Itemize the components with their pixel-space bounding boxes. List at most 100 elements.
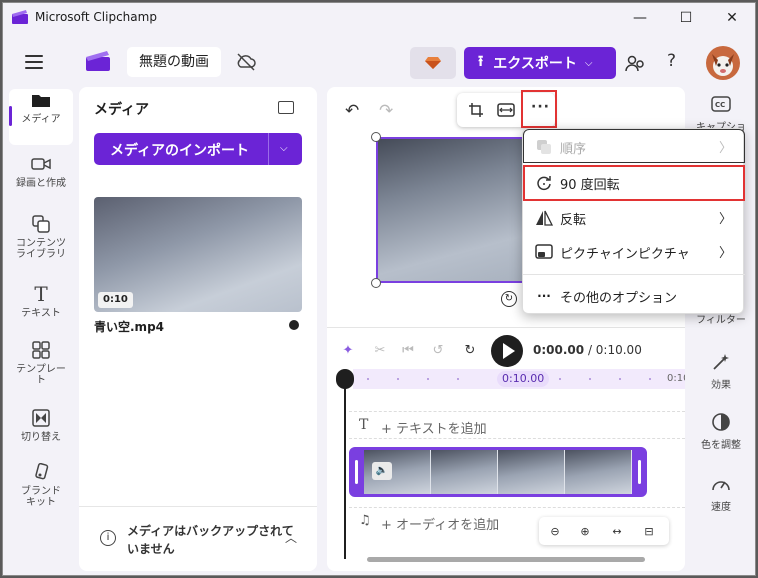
menu-item-rotate-90[interactable]: 90 度回転 — [523, 166, 745, 200]
clip-trim-handle-right[interactable] — [638, 460, 641, 484]
zoom-in-icon[interactable]: ⊕ — [577, 523, 593, 539]
export-button[interactable]: ⭱ エクスポート ⌵ — [464, 47, 616, 79]
chevron-down-icon[interactable]: ⌵ — [280, 143, 288, 154]
help-icon[interactable]: ? — [667, 51, 676, 71]
sidebar-item-effects[interactable]: 効果 — [689, 351, 753, 403]
speedometer-icon — [710, 473, 732, 495]
resize-handle-top-left[interactable] — [371, 132, 381, 142]
resize-handle-bottom-left[interactable] — [371, 278, 381, 288]
menu-item-picture-in-picture[interactable]: ピクチャインピクチャ 〉 — [523, 235, 745, 269]
library-icon — [30, 213, 52, 235]
clip-frame — [565, 450, 632, 494]
sidebar-item-label: メディア — [21, 114, 61, 125]
horizontal-scrollbar[interactable] — [367, 557, 645, 562]
cloud-off-icon[interactable] — [235, 52, 257, 72]
clip-frame — [431, 450, 498, 494]
sidebar-item-record[interactable]: 録画と作成 — [9, 153, 73, 209]
forward-5-icon[interactable]: ↻ — [461, 341, 479, 359]
text-icon: T — [34, 281, 48, 306]
clip-frame — [498, 450, 565, 494]
backup-notice: i メディアはバックアップされていません ︿ — [79, 506, 317, 571]
menu-item-label: 反転 — [560, 213, 587, 228]
project-name-field[interactable]: 無題の動画 — [127, 47, 221, 77]
sidebar-item-label: 効果 — [711, 380, 731, 391]
sidebar-item-label: 速度 — [711, 502, 731, 513]
chevron-up-icon[interactable]: ︿ — [285, 529, 297, 546]
info-icon: i — [100, 530, 116, 546]
ruler-dot — [427, 378, 429, 380]
text-track[interactable]: T + テキストを追加 — [349, 411, 685, 439]
ruler-dot — [649, 378, 651, 380]
menu-item-order[interactable]: 順序 〉 — [523, 130, 745, 164]
expand-timeline-icon[interactable]: ⊟ — [641, 523, 657, 539]
added-check-icon — [289, 320, 299, 330]
sidebar-item-content-library[interactable]: コンテンツ ライブラリ — [9, 213, 73, 269]
chevron-right-icon: 〉 — [719, 141, 733, 156]
share-people-icon[interactable] — [625, 53, 647, 73]
svg-text:CC: CC — [715, 101, 725, 109]
fit-icon[interactable] — [497, 101, 515, 119]
clip-trim-handle-left[interactable] — [355, 460, 358, 484]
zoom-out-icon[interactable]: ⊖ — [547, 523, 563, 539]
menu-item-flip[interactable]: 反転 〉 — [523, 201, 745, 235]
sidebar-item-brand-kit[interactable]: ブランド キット — [9, 461, 73, 517]
ruler-dot — [589, 378, 591, 380]
menu-icon[interactable] — [25, 55, 43, 69]
text-icon: T — [359, 417, 369, 433]
maximize-button[interactable]: ☐ — [663, 6, 709, 30]
import-media-button[interactable]: メディアのインポート ⌵ — [94, 133, 302, 165]
timeline-ruler[interactable]: 0:10.00 0:10 — [353, 369, 685, 389]
sidebar-item-text[interactable]: T テキスト — [9, 283, 73, 339]
captions-icon: CC — [710, 93, 732, 115]
close-button[interactable]: ✕ — [709, 6, 755, 30]
sidebar-item-speed[interactable]: 速度 — [689, 473, 753, 525]
playhead-line — [344, 383, 346, 559]
media-file-name: 青い空.mp4 — [94, 320, 165, 334]
skip-back-icon[interactable]: ⏮ — [399, 341, 417, 359]
media-panel-title: メディア — [94, 102, 150, 118]
title-bar: Microsoft Clipchamp — ☐ ✕ — [3, 3, 755, 33]
menu-item-label: ピクチャインピクチャ — [560, 247, 690, 262]
play-button[interactable] — [491, 335, 523, 367]
sidebar-item-label: コンテンツ ライブラリ — [16, 238, 66, 260]
collapse-panel-icon[interactable] — [278, 101, 294, 114]
sidebar-item-color-adjust[interactable]: 色を調整 — [689, 411, 753, 463]
left-sidebar: メディア 録画と作成 コンテンツ ライブラリ T テキスト テンプレー ト 切り… — [3, 89, 79, 575]
project-clapper-icon — [86, 51, 110, 71]
export-label: エクスポート — [493, 56, 577, 72]
sidebar-item-label: 録画と作成 — [16, 178, 66, 189]
chevron-right-icon: 〉 — [719, 246, 733, 261]
ruler-dot — [367, 378, 369, 380]
premium-button[interactable] — [410, 47, 456, 79]
media-thumbnail[interactable]: 0:10 — [94, 197, 302, 312]
undo-icon[interactable]: ↶ — [345, 101, 359, 121]
sidebar-item-media[interactable]: メディア — [9, 89, 73, 145]
rewind-5-icon[interactable]: ↺ — [429, 341, 447, 359]
clip-frames — [364, 450, 632, 494]
picture-in-picture-icon — [535, 243, 553, 261]
menu-item-more-options[interactable]: ··· その他のオプション — [523, 279, 745, 313]
sidebar-item-label: テキスト — [21, 308, 61, 319]
fit-timeline-icon[interactable]: ↔ — [609, 523, 625, 539]
minimize-button[interactable]: — — [617, 6, 663, 30]
redo-icon[interactable]: ↷ — [379, 101, 393, 121]
video-preview[interactable] — [376, 137, 526, 283]
magic-icon[interactable]: ✦ — [339, 341, 357, 359]
rotate-handle-icon[interactable]: ↻ — [501, 291, 517, 307]
menu-item-label: 順序 — [560, 142, 587, 157]
sidebar-item-label: 色を調整 — [701, 440, 741, 451]
duration-badge: 0:10 — [98, 292, 133, 308]
volume-icon[interactable]: 🔈 — [372, 462, 392, 480]
video-clip[interactable]: 🔈 — [349, 447, 647, 497]
app-window: Microsoft Clipchamp — ☐ ✕ 無題の動画 ⭱ エクスポート… — [2, 2, 756, 576]
crop-icon[interactable] — [467, 101, 485, 119]
avatar[interactable] — [706, 46, 740, 80]
brand-kit-icon — [30, 461, 52, 483]
sidebar-item-transitions[interactable]: 切り替え — [9, 407, 73, 463]
flip-icon — [535, 209, 553, 227]
app-header: 無題の動画 ⭱ エクスポート ⌵ ? — [3, 33, 755, 89]
scissors-icon[interactable]: ✂ — [371, 341, 389, 359]
sidebar-item-templates[interactable]: テンプレー ト — [9, 339, 73, 395]
menu-item-label: その他のオプション — [560, 291, 678, 306]
order-icon — [535, 138, 553, 156]
